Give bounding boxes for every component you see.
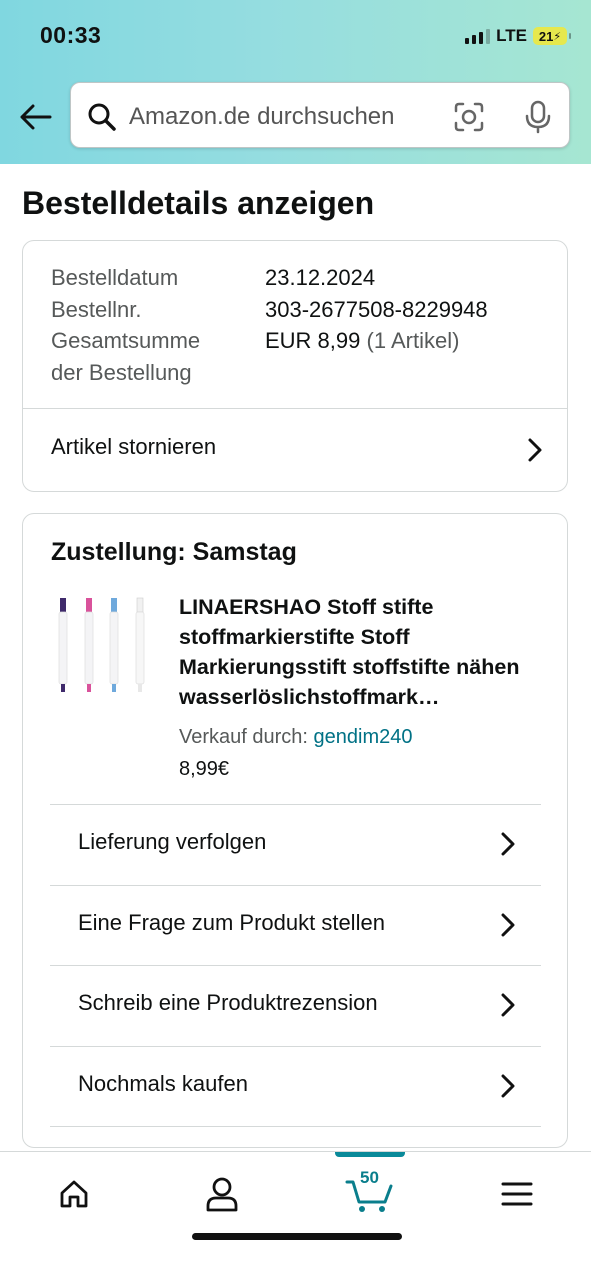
search-bar[interactable]: Amazon.de durchsuchen	[70, 82, 570, 148]
chevron-right-icon	[501, 993, 515, 1017]
status-time: 00:33	[40, 22, 102, 48]
bottom-navigation: 50	[0, 1151, 591, 1281]
cancel-items-row[interactable]: Artikel stornieren	[23, 409, 567, 491]
nav-account[interactable]	[198, 1172, 246, 1216]
ask-question-row[interactable]: Eine Frage zum Produkt stellen	[50, 886, 541, 966]
track-delivery-row[interactable]: Lieferung verfolgen	[50, 805, 541, 885]
buy-again-label: Nochmals kaufen	[78, 1071, 248, 1096]
nav-menu[interactable]	[493, 1172, 541, 1216]
order-total-items: (1 Artikel)	[366, 328, 460, 353]
marker-blue	[109, 598, 119, 692]
write-review-row[interactable]: Schreib eine Produktrezension	[50, 966, 541, 1046]
marker-pink	[84, 598, 94, 692]
track-delivery-label: Lieferung verfolgen	[78, 829, 267, 854]
menu-icon	[501, 1182, 533, 1206]
product-title-link[interactable]: LINAERSHAO Stoff stifte stoffmarkierstif…	[179, 592, 541, 712]
seller-link[interactable]: gendim240	[314, 726, 413, 748]
camera-lens-icon[interactable]	[453, 101, 485, 133]
page-title: Bestelldetails anzeigen	[22, 185, 375, 221]
write-review-label: Schreib eine Produktrezension	[78, 990, 378, 1015]
nav-home[interactable]	[50, 1172, 98, 1216]
status-indicators: LTE 21 ⚡	[465, 26, 571, 46]
chevron-right-icon	[528, 438, 542, 462]
product-price: 8,99€	[179, 758, 230, 780]
order-total-label-line2: der Bestellung	[51, 360, 192, 385]
marker-white	[135, 597, 145, 692]
search-icon	[88, 103, 116, 131]
order-summary-card: Bestelldatum 23.12.2024 Bestellnr. 303-2…	[22, 240, 568, 492]
microphone-icon[interactable]	[523, 100, 553, 134]
app-header: 00:33 LTE 21 ⚡ Amazon.de durchsuchen	[0, 0, 591, 164]
back-button[interactable]	[14, 96, 56, 138]
order-date-value: 23.12.2024	[265, 265, 376, 290]
cart-count: 50	[360, 1168, 379, 1187]
battery-level: 21	[538, 28, 554, 44]
back-arrow-icon	[20, 104, 52, 130]
battery-icon: 21 ⚡	[533, 27, 571, 45]
order-date-label: Bestelldatum	[51, 265, 179, 290]
order-total-value: EUR 8,99 (1 Artikel)	[265, 328, 459, 354]
product-image[interactable]	[49, 592, 149, 704]
chevron-right-icon	[501, 832, 515, 856]
network-type: LTE	[496, 26, 527, 45]
buy-again-row[interactable]: Nochmals kaufen	[50, 1047, 541, 1127]
order-total-label-line1: Gesamtsumme	[51, 328, 201, 353]
chevron-right-icon	[501, 913, 515, 937]
seller-label: Verkauf durch:	[179, 726, 308, 748]
home-indicator[interactable]	[192, 1233, 402, 1240]
ask-question-label: Eine Frage zum Produkt stellen	[78, 910, 385, 935]
order-total-amount: EUR 8,99	[265, 328, 361, 353]
active-tab-indicator	[335, 1152, 405, 1157]
divider	[50, 1126, 541, 1127]
seller-info: Verkauf durch: gendim240	[179, 726, 413, 749]
cancel-items-label: Artikel stornieren	[51, 434, 217, 459]
account-icon	[206, 1177, 238, 1212]
cell-signal-icon	[465, 28, 491, 44]
chevron-right-icon	[501, 1074, 515, 1098]
order-number-label: Bestellnr.	[51, 297, 142, 322]
marker-purple	[58, 598, 68, 692]
home-icon	[60, 1180, 88, 1208]
search-input[interactable]: Amazon.de durchsuchen	[129, 103, 395, 131]
order-number-value: 303-2677508-8229948	[265, 297, 488, 322]
delivery-heading: Zustellung: Samstag	[51, 538, 297, 566]
shipment-card: Zustellung: Samstag LINAERSHAO Stoff sti…	[22, 513, 568, 1148]
